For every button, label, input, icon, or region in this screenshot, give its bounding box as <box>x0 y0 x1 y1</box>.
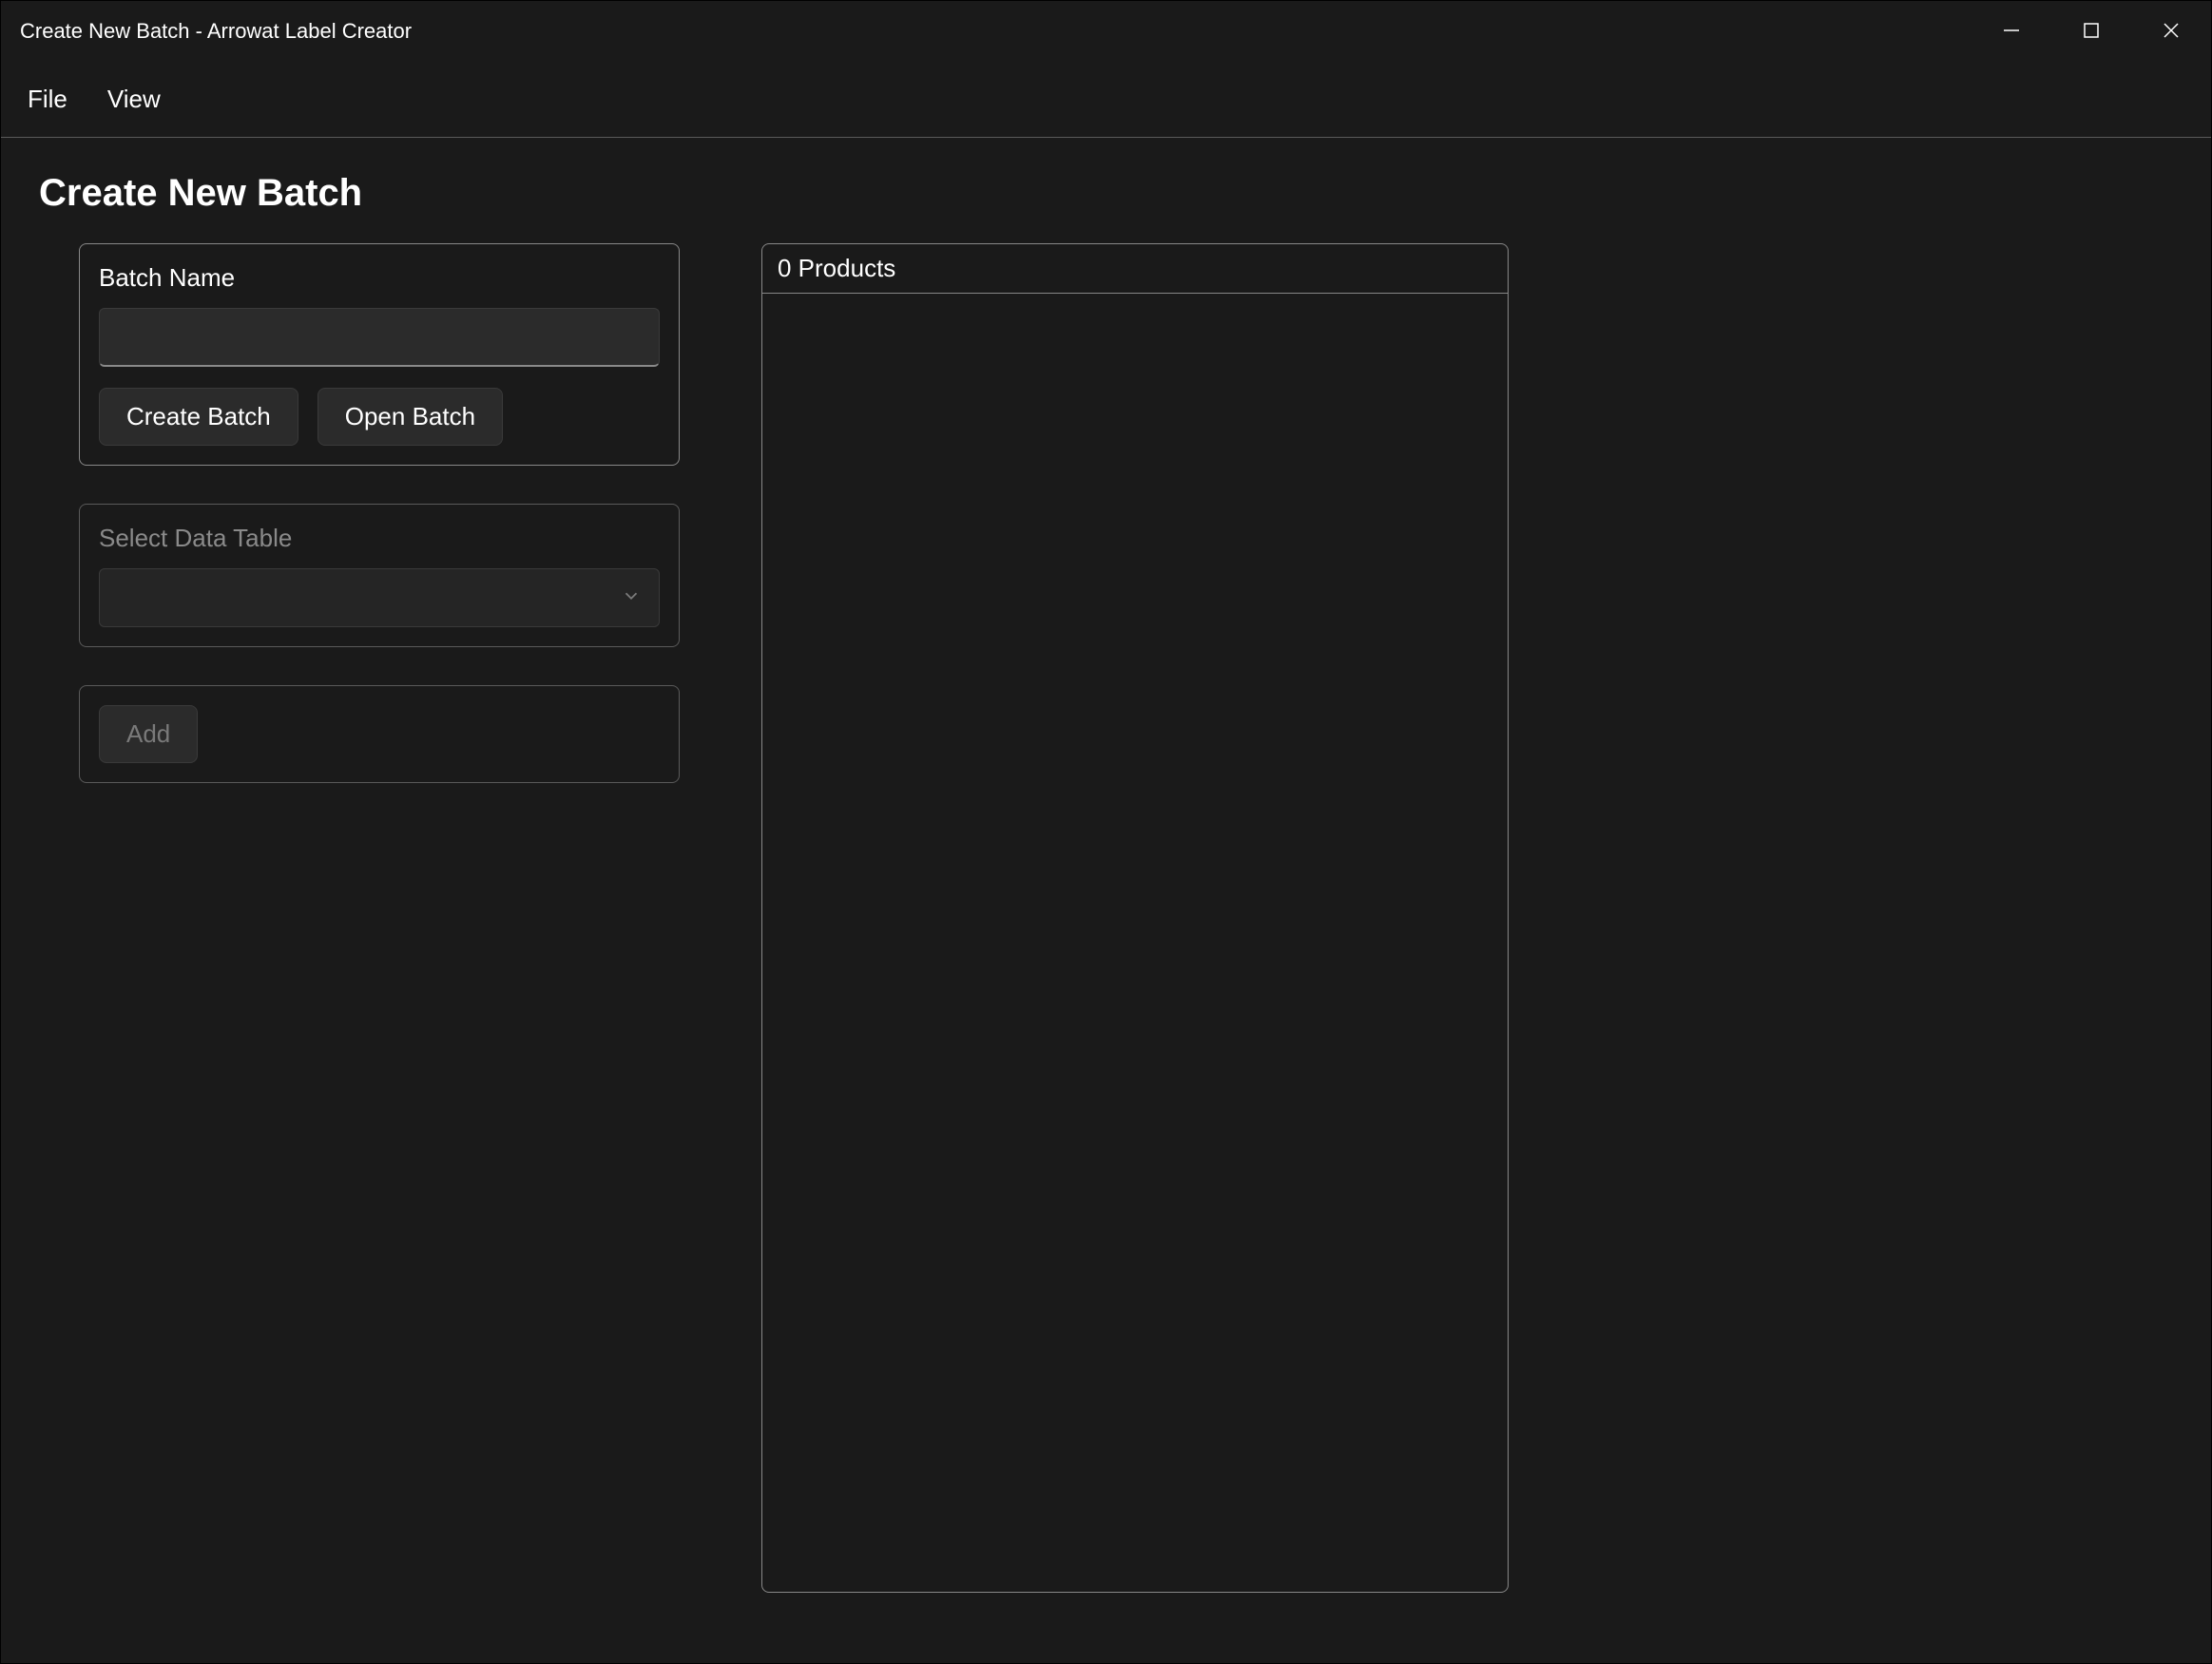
maximize-icon <box>2082 21 2101 43</box>
titlebar: Create New Batch - Arrowat Label Creator <box>1 1 2211 62</box>
products-list <box>762 294 1508 1592</box>
batch-button-row: Create Batch Open Batch <box>99 388 660 446</box>
content-area: Create New Batch Batch Name Create Batch… <box>1 138 2211 1663</box>
app-window: Create New Batch - Arrowat Label Creator… <box>1 1 2211 1663</box>
products-count-label: 0 Products <box>762 244 1508 294</box>
right-column: 0 Products <box>761 243 1509 1593</box>
batch-name-input[interactable] <box>99 308 660 367</box>
data-table-label: Select Data Table <box>99 524 660 553</box>
create-batch-button[interactable]: Create Batch <box>99 388 298 446</box>
close-icon <box>2162 21 2181 43</box>
batch-name-panel: Batch Name Create Batch Open Batch <box>79 243 680 466</box>
add-panel: Add <box>79 685 680 783</box>
chevron-down-icon <box>621 585 642 611</box>
titlebar-controls <box>1972 1 2211 62</box>
menu-file[interactable]: File <box>22 75 73 124</box>
menu-view[interactable]: View <box>102 75 166 124</box>
maximize-button[interactable] <box>2051 1 2131 62</box>
minimize-button[interactable] <box>1972 1 2051 62</box>
main-layout: Batch Name Create Batch Open Batch Selec… <box>39 243 2173 1593</box>
data-table-panel: Select Data Table <box>79 504 680 647</box>
batch-name-label: Batch Name <box>99 263 660 293</box>
data-table-select[interactable] <box>99 568 660 627</box>
page-title: Create New Batch <box>39 172 2173 215</box>
minimize-icon <box>2002 21 2021 43</box>
window-title: Create New Batch - Arrowat Label Creator <box>20 19 412 44</box>
close-button[interactable] <box>2131 1 2211 62</box>
add-button[interactable]: Add <box>99 705 198 763</box>
products-panel: 0 Products <box>761 243 1509 1593</box>
menubar: File View <box>1 62 2211 138</box>
left-column: Batch Name Create Batch Open Batch Selec… <box>79 243 680 1593</box>
open-batch-button[interactable]: Open Batch <box>317 388 503 446</box>
